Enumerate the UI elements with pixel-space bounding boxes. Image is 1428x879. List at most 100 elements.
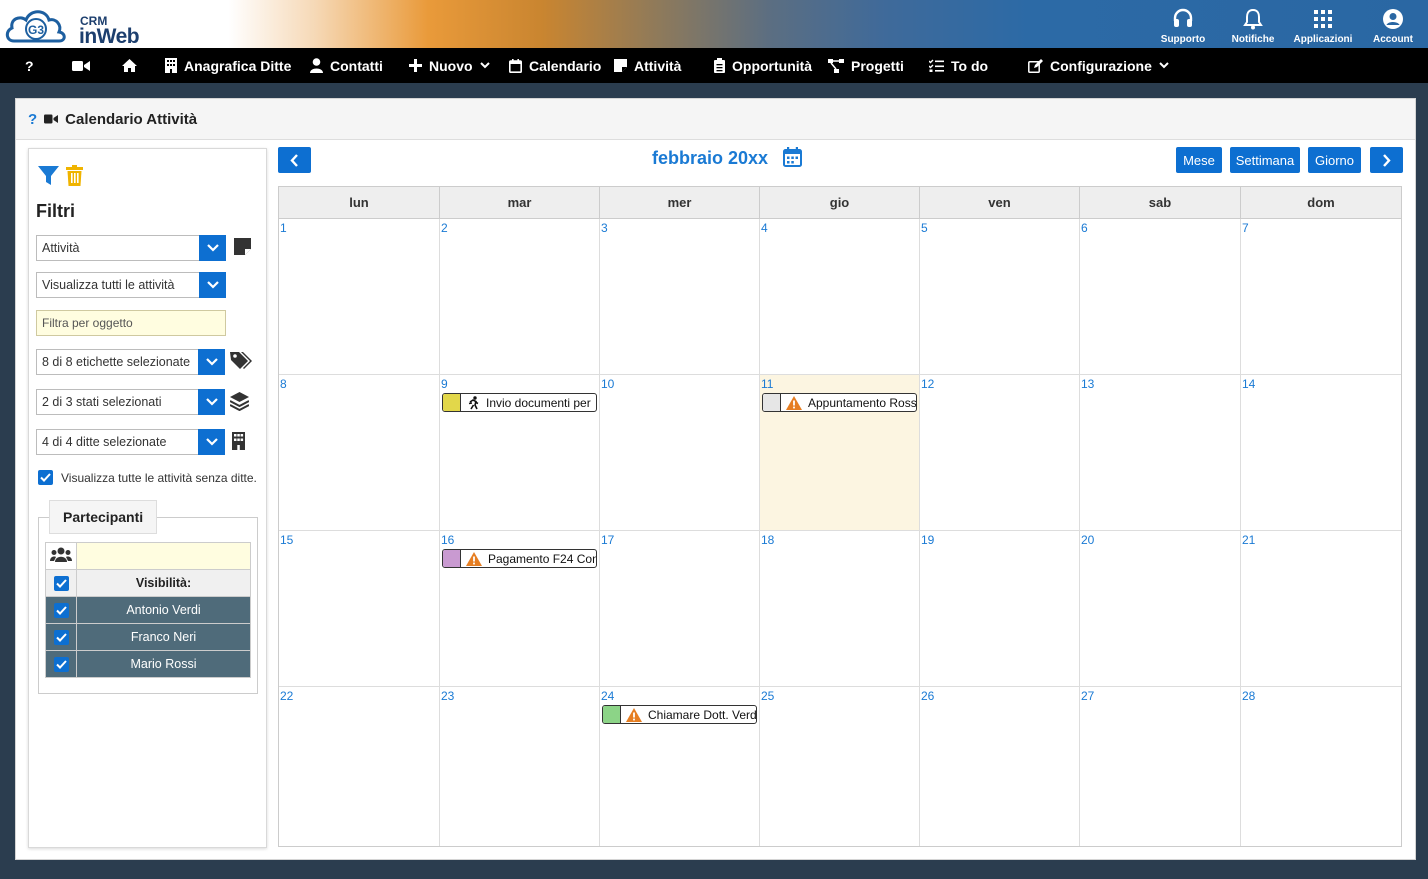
nav-opportunita[interactable]: Opportunità (714, 48, 812, 83)
day-number[interactable]: 28 (1242, 689, 1255, 703)
day-cell[interactable]: 10 (600, 375, 760, 531)
calendar-event[interactable]: Pagamento F24 Con (442, 549, 597, 568)
day-cell[interactable]: 23 (440, 687, 600, 846)
filter-icon[interactable] (38, 165, 59, 186)
day-cell[interactable]: 4 (760, 219, 920, 375)
calendar-event[interactable]: Appuntamento Ross (762, 393, 917, 412)
day-number[interactable]: 15 (280, 533, 293, 547)
object-filter-input[interactable]: Filtra per oggetto (36, 310, 226, 336)
select-all-checkbox[interactable] (45, 569, 77, 597)
nav-attivita[interactable]: Attività (614, 48, 681, 83)
nav-help-button[interactable]: ? (25, 48, 34, 83)
calendar-event[interactable]: Invio documenti per (442, 393, 597, 412)
day-cell[interactable]: 12 (920, 375, 1080, 531)
participant-checkbox[interactable] (45, 596, 77, 624)
day-number[interactable]: 2 (441, 221, 448, 235)
view-week-button[interactable]: Settimana (1230, 147, 1300, 173)
day-number[interactable]: 7 (1242, 221, 1249, 235)
nav-configurazione-dropdown[interactable]: Configurazione (1028, 48, 1169, 83)
day-cell[interactable]: 1 (279, 219, 440, 375)
companies-select[interactable]: 4 di 4 ditte selezionate (36, 429, 225, 455)
notifications-button[interactable]: Notifiche (1218, 0, 1288, 48)
day-cell[interactable]: 14 (1241, 375, 1401, 531)
prev-month-button[interactable] (278, 147, 311, 173)
day-number[interactable]: 17 (601, 533, 614, 547)
day-number[interactable]: 13 (1081, 377, 1094, 391)
app-logo[interactable]: G3 CRM inWeb (4, 3, 144, 48)
day-cell[interactable]: 26 (920, 687, 1080, 846)
day-cell[interactable]: 13 (1080, 375, 1241, 531)
day-cell[interactable]: 9 Invio documenti per (440, 375, 600, 531)
day-cell[interactable]: 24 Chiamare Dott. Verd (600, 687, 760, 846)
day-cell[interactable]: 6 (1080, 219, 1241, 375)
nav-home-button[interactable] (121, 48, 138, 83)
checkbox-checked[interactable] (38, 470, 53, 485)
day-number[interactable]: 3 (601, 221, 608, 235)
day-number[interactable]: 27 (1081, 689, 1094, 703)
nav-nuovo-dropdown[interactable]: Nuovo (409, 48, 490, 83)
day-number[interactable]: 20 (1081, 533, 1094, 547)
day-number[interactable]: 16 (441, 533, 454, 547)
day-number[interactable]: 23 (441, 689, 454, 703)
day-number[interactable]: 1 (280, 221, 287, 235)
day-number[interactable]: 26 (921, 689, 934, 703)
participant-row[interactable]: Antonio Verdi (45, 596, 251, 624)
day-cell[interactable]: 21 (1241, 531, 1401, 687)
day-number[interactable]: 21 (1242, 533, 1255, 547)
next-month-button[interactable] (1370, 147, 1403, 173)
labels-select[interactable]: 8 di 8 etichette selezionate (36, 349, 225, 375)
visibility-select[interactable]: Visualizza tutti le attività (36, 272, 226, 298)
day-cell[interactable]: 15 (279, 531, 440, 687)
nav-video-button[interactable] (72, 48, 90, 83)
day-number[interactable]: 6 (1081, 221, 1088, 235)
trash-icon[interactable] (66, 165, 83, 186)
view-month-button[interactable]: Mese (1176, 147, 1222, 173)
day-cell[interactable]: 2 (440, 219, 600, 375)
day-number[interactable]: 14 (1242, 377, 1255, 391)
participant-checkbox[interactable] (45, 650, 77, 678)
day-cell[interactable]: 27 (1080, 687, 1241, 846)
nav-contatti[interactable]: Contatti (310, 48, 383, 83)
day-cell[interactable]: 11 Appuntamento Ross (760, 375, 920, 531)
states-select[interactable]: 2 di 3 stati selezionati (36, 389, 225, 415)
account-button[interactable]: Account (1358, 0, 1428, 48)
day-cell[interactable]: 18 (760, 531, 920, 687)
video-icon[interactable] (44, 114, 59, 124)
day-number[interactable]: 19 (921, 533, 934, 547)
page-help-button[interactable]: ? (28, 111, 37, 128)
calendar-event[interactable]: Chiamare Dott. Verd (602, 705, 757, 724)
day-cell[interactable]: 22 (279, 687, 440, 846)
day-cell[interactable]: 19 (920, 531, 1080, 687)
nav-todo[interactable]: To do (929, 48, 988, 83)
day-number[interactable]: 8 (280, 377, 287, 391)
day-cell[interactable]: 16 Pagamento F24 Con (440, 531, 600, 687)
day-cell[interactable]: 25 (760, 687, 920, 846)
calendar-icon[interactable] (783, 147, 802, 167)
day-number[interactable]: 25 (761, 689, 774, 703)
day-cell[interactable]: 7 (1241, 219, 1401, 375)
participant-row[interactable]: Franco Neri (45, 623, 251, 651)
activity-type-select[interactable]: Attività (36, 235, 226, 261)
day-cell[interactable]: 17 (600, 531, 760, 687)
nav-calendario[interactable]: Calendario (509, 48, 601, 83)
day-number[interactable]: 11 (761, 377, 773, 391)
day-number[interactable]: 12 (921, 377, 934, 391)
nav-progetti[interactable]: Progetti (828, 48, 904, 83)
day-cell[interactable]: 3 (600, 219, 760, 375)
applications-button[interactable]: Applicazioni (1288, 0, 1358, 48)
day-number[interactable]: 9 (441, 377, 448, 391)
nav-anagrafica-ditte[interactable]: Anagrafica Ditte (165, 48, 291, 83)
day-number[interactable]: 22 (280, 689, 293, 703)
day-cell[interactable]: 28 (1241, 687, 1401, 846)
show-without-company-checkbox[interactable]: Visualizza tutte le attività senza ditte… (38, 470, 257, 485)
day-number[interactable]: 5 (921, 221, 928, 235)
day-number[interactable]: 4 (761, 221, 768, 235)
participant-search-input[interactable] (76, 542, 251, 570)
day-cell[interactable]: 5 (920, 219, 1080, 375)
day-number[interactable]: 10 (601, 377, 614, 391)
view-day-button[interactable]: Giorno (1308, 147, 1361, 173)
day-cell[interactable]: 8 (279, 375, 440, 531)
day-number[interactable]: 18 (761, 533, 774, 547)
participant-checkbox[interactable] (45, 623, 77, 651)
day-cell[interactable]: 20 (1080, 531, 1241, 687)
